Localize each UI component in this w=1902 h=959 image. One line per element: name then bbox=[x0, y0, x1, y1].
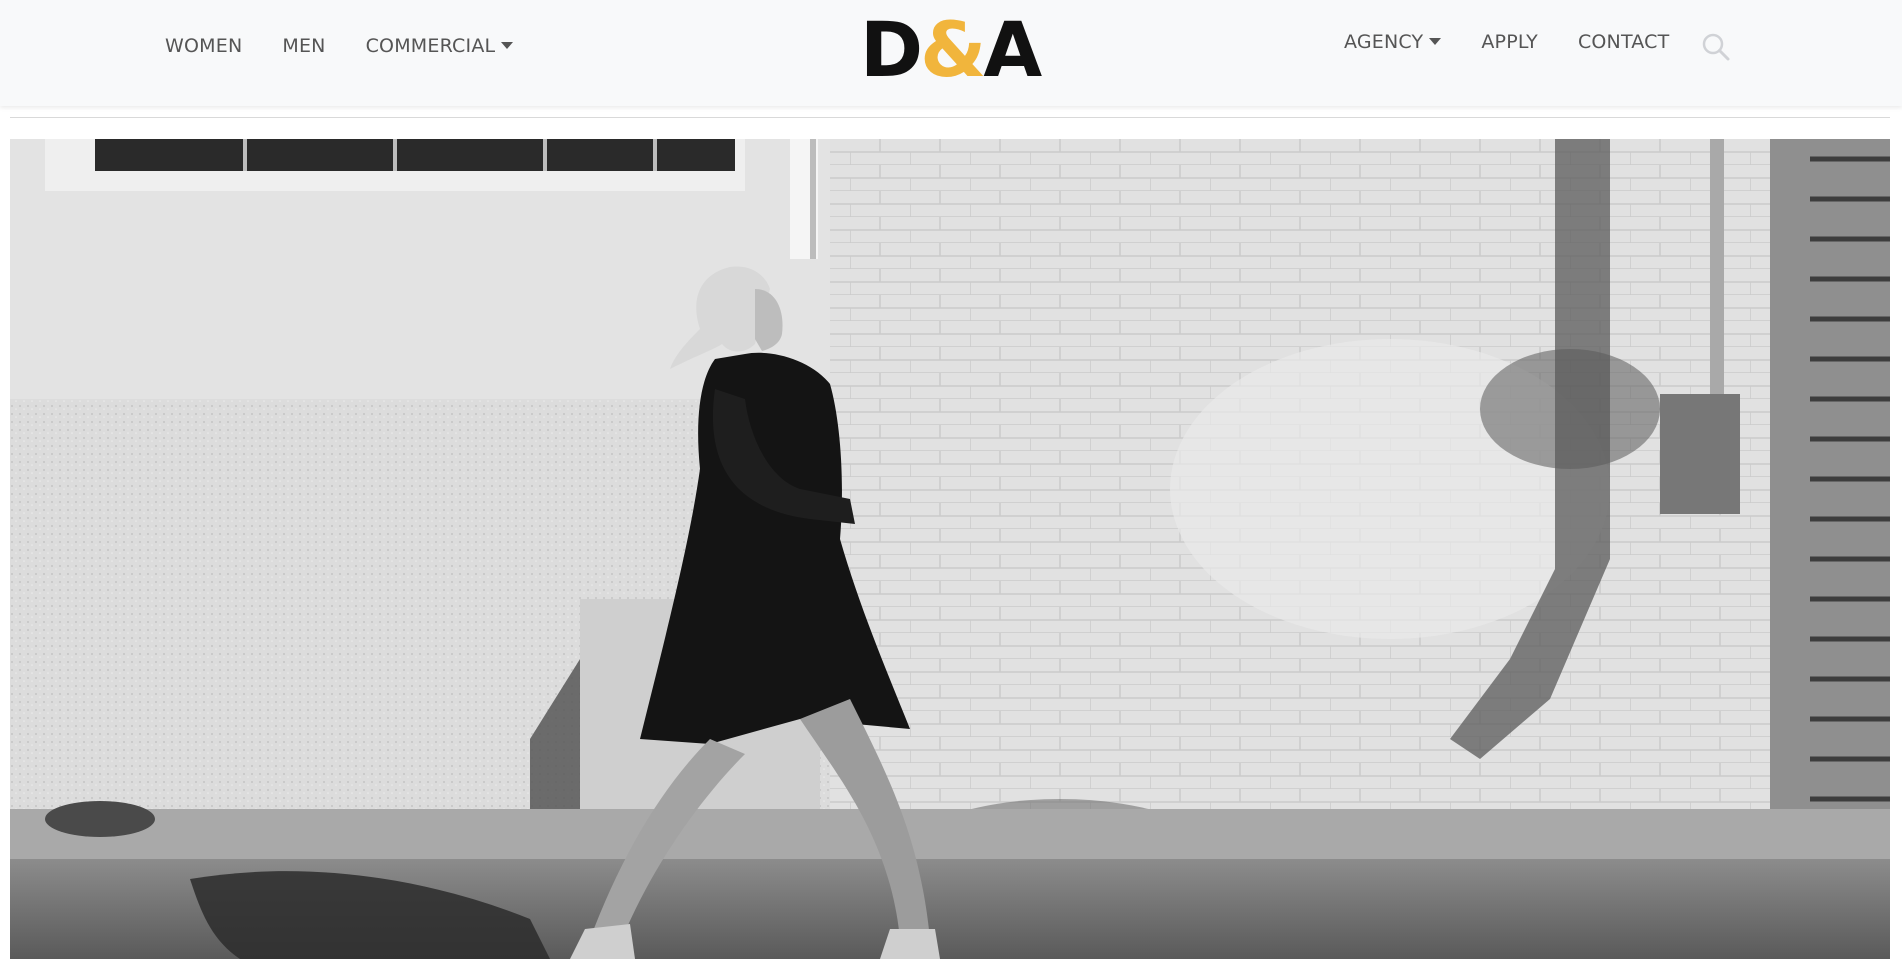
logo-letter-d: D bbox=[860, 5, 923, 94]
nav-link-contact-label: CONTACT bbox=[1577, 31, 1670, 53]
nav-left-menu: WOMEN MEN COMMERCIAL bbox=[165, 35, 553, 57]
nav-link-contact[interactable]: CONTACT bbox=[1578, 31, 1670, 53]
logo-ampersand: & bbox=[920, 5, 986, 94]
nav-link-men[interactable]: MEN bbox=[282, 35, 325, 57]
hero-image bbox=[10, 139, 1890, 959]
caret-down-icon bbox=[1429, 37, 1442, 45]
nav-link-commercial-label: COMMERCIAL bbox=[365, 35, 496, 57]
caret-down-icon bbox=[501, 41, 514, 49]
nav-dropdown-agency[interactable]: AGENCY bbox=[1344, 31, 1442, 53]
nav-dropdown-commercial[interactable]: COMMERCIAL bbox=[366, 35, 514, 57]
nav-link-agency-label: AGENCY bbox=[1344, 31, 1424, 53]
nav-link-apply-label: APPLY bbox=[1481, 31, 1538, 53]
top-navbar: WOMEN MEN COMMERCIAL D & A AGENCY APPLY … bbox=[0, 0, 1902, 106]
site-logo[interactable]: D & A bbox=[860, 5, 1042, 94]
logo-letter-a: A bbox=[983, 5, 1042, 94]
nav-link-women[interactable]: WOMEN bbox=[165, 35, 242, 57]
search-icon bbox=[1702, 33, 1730, 61]
nav-link-men-label: MEN bbox=[282, 35, 326, 57]
hero-photo bbox=[10, 139, 1890, 959]
nav-link-apply[interactable]: APPLY bbox=[1481, 31, 1538, 53]
nav-link-women-label: WOMEN bbox=[165, 35, 243, 57]
search-button[interactable] bbox=[1700, 31, 1732, 63]
nav-right-menu: AGENCY APPLY CONTACT bbox=[1344, 31, 1709, 53]
header-divider bbox=[10, 117, 1890, 118]
